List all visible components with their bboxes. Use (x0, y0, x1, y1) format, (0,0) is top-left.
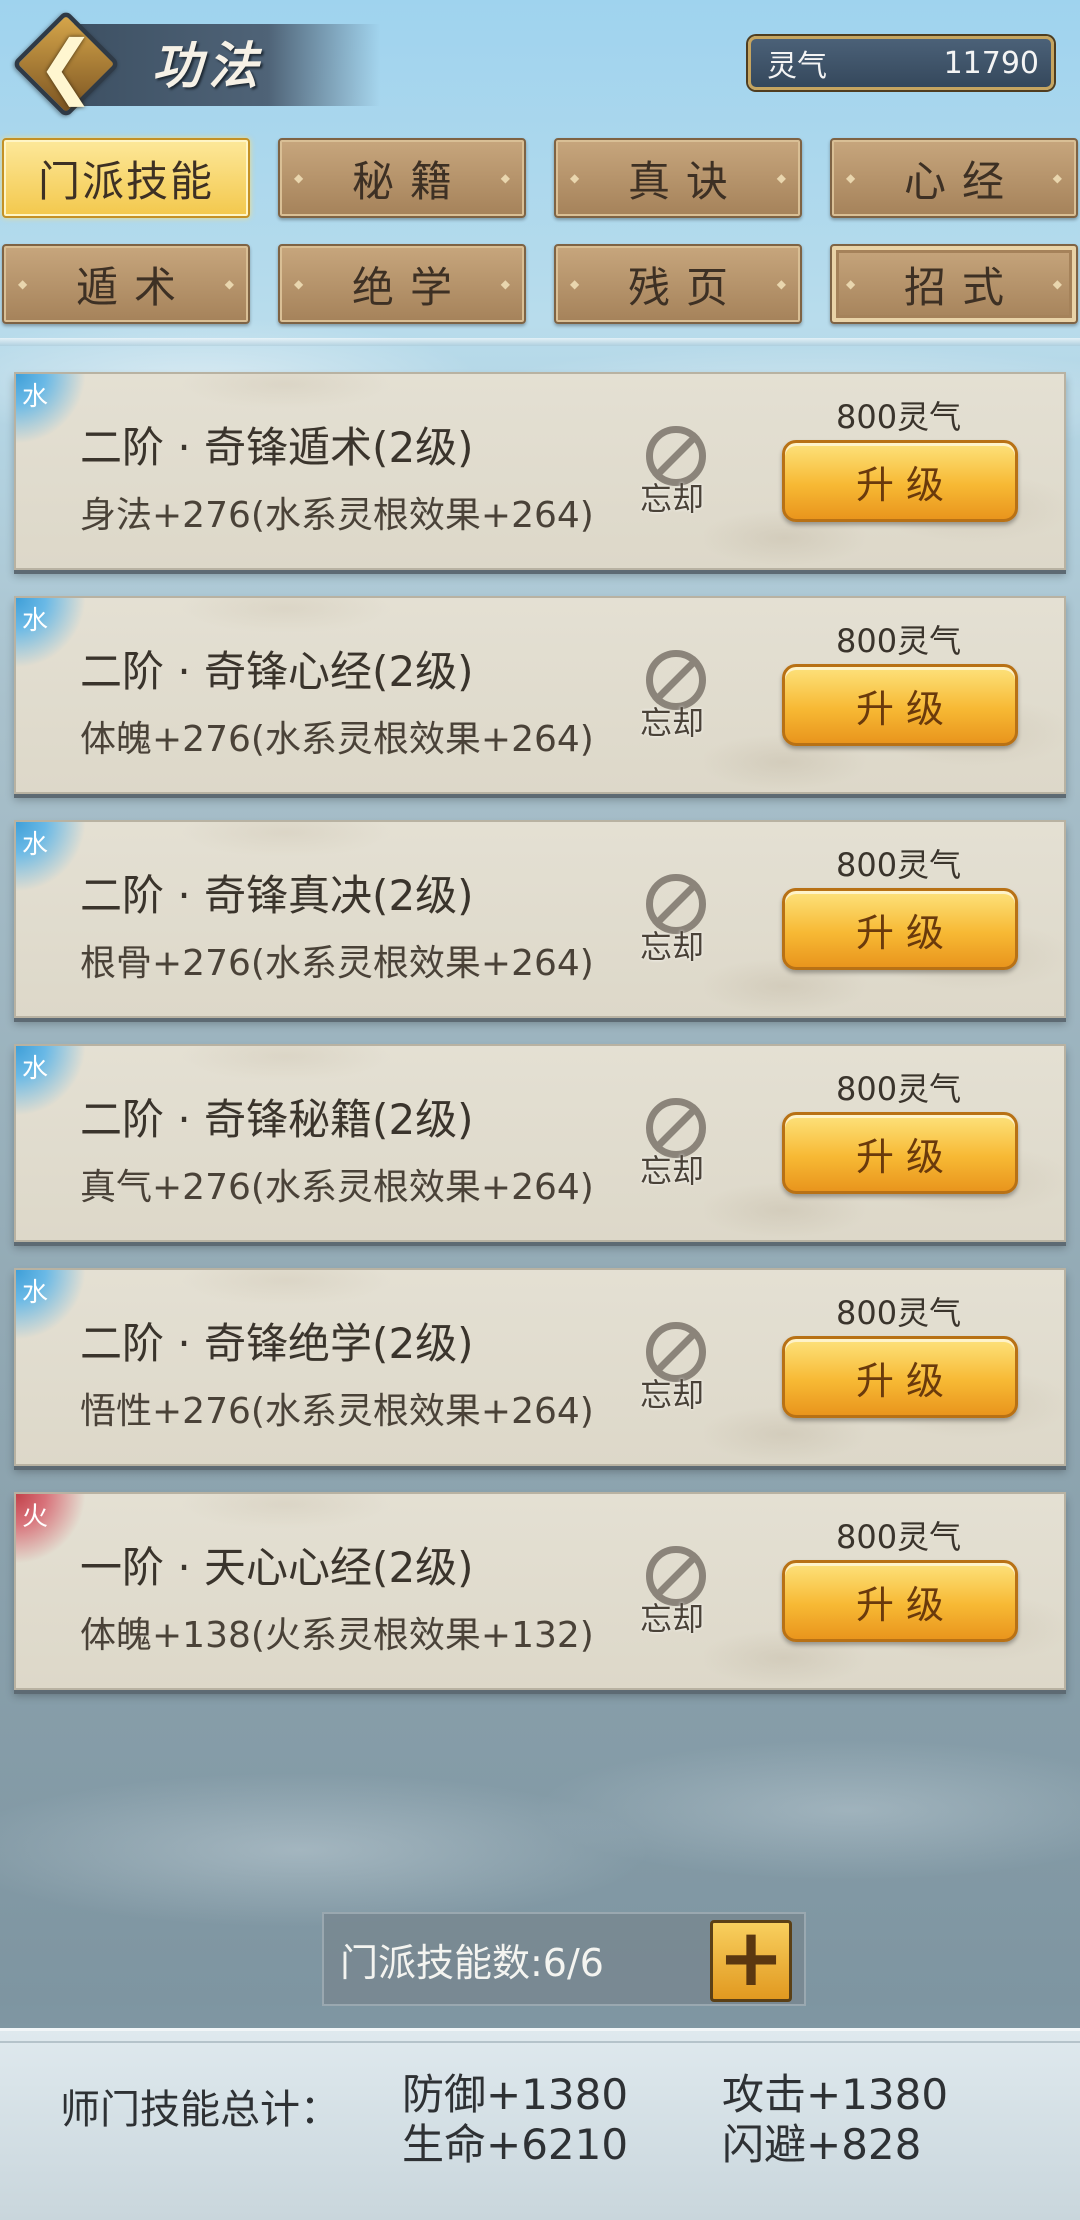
forget-button[interactable]: 忘却 (626, 1098, 726, 1198)
skill-card: 水 二阶 · 奇锋遁术(2级) 身法+276(水系灵根效果+264) 忘却 80… (14, 372, 1066, 570)
stat-dodge: 闪避+828 (722, 2120, 922, 2169)
water-element-badge: 水 (16, 1046, 86, 1116)
upgrade-button[interactable]: 升级 (782, 664, 1018, 746)
skill-count-label: 门派技能数:6/6 (340, 1940, 604, 1985)
forget-label: 忘却 (640, 928, 705, 966)
forget-label: 忘却 (640, 1376, 705, 1414)
upgrade-cost: 800灵气 (836, 1294, 962, 1332)
skill-card: 水 二阶 · 奇锋绝学(2级) 悟性+276(水系灵根效果+264) 忘却 80… (14, 1268, 1066, 1466)
upgrade-cost: 800灵气 (836, 1518, 962, 1556)
skill-count-box: 门派技能数:6/6 + (322, 1912, 806, 2006)
upgrade-cost: 800灵气 (836, 1070, 962, 1108)
water-element-badge: 水 (16, 598, 86, 668)
skill-name: 二阶 · 奇锋遁术(2级) (80, 423, 474, 472)
skill-effect: 体魄+276(水系灵根效果+264) (80, 719, 594, 760)
skill-effect: 真气+276(水系灵根效果+264) (80, 1167, 594, 1208)
tab-true-formula[interactable]: 真诀 (554, 138, 802, 218)
water-element-badge: 水 (16, 374, 86, 444)
forget-label: 忘却 (640, 1152, 705, 1190)
currency-value: 11790 (943, 45, 1039, 81)
tab-secret-books[interactable]: 秘籍 (278, 138, 526, 218)
skill-card: 水 二阶 · 奇锋真决(2级) 根骨+276(水系灵根效果+264) 忘却 80… (14, 820, 1066, 1018)
skill-card: 火 一阶 · 天心心经(2级) 体魄+138(火系灵根效果+132) 忘却 80… (14, 1492, 1066, 1690)
skill-effect: 身法+276(水系灵根效果+264) (80, 495, 594, 536)
divider (0, 338, 1080, 346)
tab-escape-arts[interactable]: 遁术 (2, 244, 250, 324)
skill-effect: 悟性+276(水系灵根效果+264) (80, 1391, 594, 1432)
tab-sect-skills[interactable]: 门派技能 (2, 138, 250, 218)
tab-heart-sutra[interactable]: 心经 (830, 138, 1078, 218)
forget-button[interactable]: 忘却 (626, 1322, 726, 1422)
skill-name: 一阶 · 天心心经(2级) (80, 1543, 474, 1592)
skill-name: 二阶 · 奇锋心经(2级) (80, 647, 474, 696)
water-element-badge: 水 (16, 822, 86, 892)
stat-health: 生命+6210 (402, 2120, 629, 2169)
upgrade-button[interactable]: 升级 (782, 1112, 1018, 1194)
upgrade-cost: 800灵气 (836, 846, 962, 884)
upgrade-cost: 800灵气 (836, 622, 962, 660)
currency-label: 灵气 (767, 49, 827, 84)
water-element-badge: 水 (16, 1270, 86, 1340)
tab-ultimate-arts[interactable]: 绝学 (278, 244, 526, 324)
fire-element-badge: 火 (16, 1494, 86, 1564)
plus-icon: + (717, 1911, 785, 2004)
skill-totals-panel: 师门技能总计： 防御+1380 攻击+1380 生命+6210 闪避+828 (0, 2028, 1080, 2220)
upgrade-cost: 800灵气 (836, 398, 962, 436)
forget-button[interactable]: 忘却 (626, 874, 726, 974)
back-arrow-icon[interactable]: ❮ (26, 26, 106, 106)
header: ❮ 功法 灵气 11790 (0, 0, 1080, 130)
totals-label: 师门技能总计： (60, 2087, 340, 2133)
tab-moves[interactable]: 招式 (830, 244, 1078, 324)
forget-label: 忘却 (640, 1600, 705, 1638)
forget-label: 忘却 (640, 704, 705, 742)
skill-name: 二阶 · 奇锋秘籍(2级) (80, 1095, 474, 1144)
forget-button[interactable]: 忘却 (626, 426, 726, 526)
skill-effect: 根骨+276(水系灵根效果+264) (80, 943, 594, 984)
tab-fragments[interactable]: 残页 (554, 244, 802, 324)
forget-button[interactable]: 忘却 (626, 650, 726, 750)
forget-label: 忘却 (640, 480, 705, 518)
upgrade-button[interactable]: 升级 (782, 440, 1018, 522)
skill-name: 二阶 · 奇锋绝学(2级) (80, 1319, 474, 1368)
upgrade-button[interactable]: 升级 (782, 1560, 1018, 1642)
skill-card: 水 二阶 · 奇锋心经(2级) 体魄+276(水系灵根效果+264) 忘却 80… (14, 596, 1066, 794)
forget-button[interactable]: 忘却 (626, 1546, 726, 1646)
skill-name: 二阶 · 奇锋真决(2级) (80, 871, 474, 920)
upgrade-button[interactable]: 升级 (782, 1336, 1018, 1418)
add-skill-slot-button[interactable]: + (710, 1911, 792, 2004)
skill-card: 水 二阶 · 奇锋秘籍(2级) 真气+276(水系灵根效果+264) 忘却 80… (14, 1044, 1066, 1242)
currency-display: 灵气 11790 (748, 36, 1054, 90)
upgrade-button[interactable]: 升级 (782, 888, 1018, 970)
skill-effect: 体魄+138(火系灵根效果+132) (80, 1615, 594, 1656)
page-title: 功法 (152, 36, 264, 95)
